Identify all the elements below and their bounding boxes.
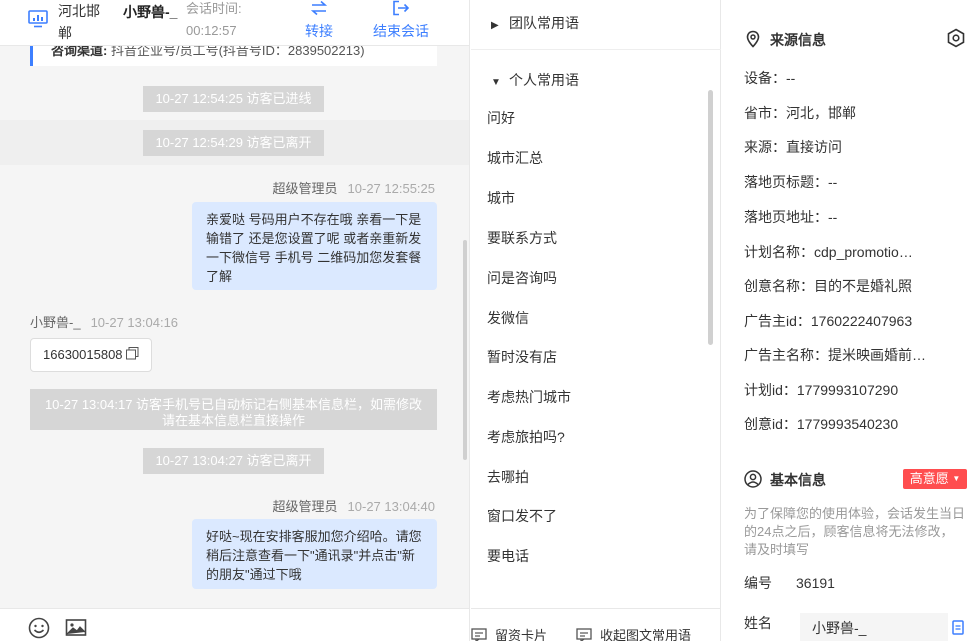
phrases-footer: 留资卡片 收起图文常用语 bbox=[471, 608, 721, 641]
agent-name: 超级管理员 bbox=[272, 181, 338, 196]
campaign-name: 计划名称：cdp_promotion_1779993107 bbox=[744, 244, 920, 260]
id-value: 36191 bbox=[796, 575, 835, 591]
exit-icon bbox=[393, 0, 410, 16]
phrase-item[interactable]: 要联系方式 bbox=[487, 228, 557, 248]
visitor-name: 小野兽-_ bbox=[123, 4, 178, 20]
source-origin: 来源：直接访问 bbox=[744, 139, 842, 155]
phrase-item[interactable]: 考虑热门城市 bbox=[487, 387, 571, 407]
transfer-button[interactable]: 转接 bbox=[284, 0, 354, 42]
landing-page-url: 落地页地址：-- bbox=[744, 209, 838, 225]
system-message: 10-27 12:54:29 访客已离开 bbox=[143, 130, 324, 156]
phrase-group-personal[interactable]: ▼ 个人常用语 bbox=[491, 70, 579, 90]
phrase-item[interactable]: 要电话 bbox=[487, 546, 529, 566]
campaign-id: 计划id：1779993107290 bbox=[744, 382, 899, 398]
message-time: 10-27 13:04:40 bbox=[347, 499, 435, 514]
chat-header: 河北邯郸 小野兽-_ 会话时间: 00:12:57 转接 结束会话 bbox=[0, 0, 469, 46]
name-label: 姓名 bbox=[744, 615, 772, 631]
phrase-item[interactable]: 去哪拍 bbox=[487, 467, 529, 487]
phrase-item[interactable]: 发微信 bbox=[487, 308, 529, 328]
collapse-phrases-button[interactable]: 收起图文常用语 bbox=[576, 625, 691, 641]
message-time: 10-27 13:04:16 bbox=[90, 315, 179, 330]
phrase-item[interactable]: 考虑旅拍吗? bbox=[487, 427, 565, 447]
user-icon bbox=[744, 470, 762, 488]
settings-icon[interactable] bbox=[946, 28, 966, 48]
image-icon[interactable] bbox=[65, 617, 87, 639]
edit-notice: 为了保障您的使用体验，会话发生当日的24点之后，顾客信息将无法修改，请及时填写 bbox=[744, 506, 966, 557]
divider bbox=[471, 49, 721, 50]
monitor-icon bbox=[28, 10, 48, 28]
card-icon bbox=[471, 628, 487, 641]
id-label: 编号 bbox=[744, 575, 772, 591]
intent-label: 高意愿 bbox=[909, 471, 949, 486]
intent-dropdown[interactable]: 高意愿 ▼ bbox=[903, 469, 967, 489]
source-info-title: 来源信息 bbox=[744, 30, 826, 50]
chat-toolbar bbox=[0, 608, 469, 641]
agent-meta: 超级管理员 10-27 12:55:25 bbox=[273, 178, 435, 197]
transfer-label: 转接 bbox=[305, 23, 333, 39]
landing-page-title: 落地页标题：-- bbox=[744, 174, 838, 190]
collapse-phrases-label: 收起图文常用语 bbox=[600, 628, 692, 641]
message-icon bbox=[576, 628, 592, 641]
agent-name: 超级管理员 bbox=[272, 499, 338, 514]
source-device: 设备：-- bbox=[744, 70, 796, 86]
message-time: 10-27 12:55:25 bbox=[347, 181, 435, 196]
phrases-scrollbar[interactable] bbox=[708, 90, 713, 345]
phrases-panel: ▶ 团队常用语 ▼ 个人常用语 问好 城市汇总 城市 要联系方式 问是咨询吗 发微信… bbox=[471, 0, 721, 641]
copy-icon[interactable] bbox=[126, 347, 139, 360]
caret-right-icon: ▶ bbox=[491, 20, 499, 31]
location-icon bbox=[746, 30, 760, 48]
visitor-message-text: 16630015808 bbox=[43, 347, 123, 362]
phrase-group-team[interactable]: ▶ 团队常用语 bbox=[491, 13, 579, 33]
phrase-item[interactable]: 城市 bbox=[487, 188, 515, 208]
basic-info-title: 基本信息 bbox=[744, 470, 826, 490]
name-field[interactable] bbox=[800, 613, 948, 641]
phrase-item[interactable]: 暂时没有店 bbox=[487, 347, 557, 367]
caret-down-icon: ▼ bbox=[491, 77, 501, 88]
end-session-button[interactable]: 结束会话 bbox=[366, 0, 436, 42]
agent-message: 亲爱哒 号码用户不存在哦 亲看一下是输错了 还是您设置了呢 或者亲重新发一下微信… bbox=[192, 202, 437, 290]
section-label: 来源信息 bbox=[770, 32, 826, 48]
session-time-value: 00:12:57 bbox=[186, 23, 237, 38]
system-message: 10-27 12:54:25 访客已进线 bbox=[143, 86, 324, 112]
copy-icon[interactable] bbox=[950, 620, 966, 636]
group-label: 个人常用语 bbox=[509, 72, 579, 88]
transfer-icon bbox=[310, 0, 328, 16]
info-panel: 来源信息 设备：-- 省市：河北，邯郸 来源：直接访问 落地页标题：-- 落地页… bbox=[722, 0, 980, 641]
chat-scrollbar[interactable] bbox=[463, 240, 467, 460]
advertiser-name: 广告主名称：提米映画婚前摄影 bbox=[744, 347, 930, 363]
lead-card-label: 留资卡片 bbox=[495, 628, 548, 641]
emoji-icon[interactable] bbox=[28, 617, 50, 639]
section-label: 基本信息 bbox=[770, 472, 826, 488]
visitor-name: 小野兽-_ bbox=[30, 315, 81, 330]
group-label: 团队常用语 bbox=[509, 15, 579, 31]
agent-meta: 超级管理员 10-27 13:04:40 bbox=[273, 496, 435, 515]
chat-panel: 咨询渠道: 抖音企业号/员工号(抖音号ID：2839502213) 10-27 … bbox=[0, 0, 470, 641]
end-session-label: 结束会话 bbox=[373, 23, 429, 39]
phrase-item[interactable]: 窗口发不了 bbox=[487, 506, 557, 526]
phrase-item[interactable]: 城市汇总 bbox=[487, 148, 543, 168]
customer-id-row: 编号 36191 bbox=[744, 573, 835, 593]
source-province: 省市：河北，邯郸 bbox=[744, 105, 856, 121]
visitor-meta: 小野兽-_ 10-27 13:04:16 bbox=[30, 312, 178, 331]
session-time-label: 会话时间: bbox=[186, 1, 242, 16]
caret-down-icon: ▼ bbox=[952, 474, 961, 483]
phrase-item[interactable]: 问好 bbox=[487, 108, 515, 128]
creative-id: 创意id：1779993540230 bbox=[744, 416, 899, 432]
agent-message: 好哒~现在安排客服加您介绍哈。请您稍后注意查看一下"通讯录"并点击"新的朋友"通… bbox=[192, 519, 437, 589]
visitor-message[interactable]: 16630015808 bbox=[30, 338, 153, 372]
phrase-item[interactable]: 问是咨询吗 bbox=[487, 268, 557, 288]
creative-name: 创意名称：目的不是婚礼照 bbox=[744, 278, 912, 294]
advertiser-id: 广告主id：1760222407963 bbox=[744, 313, 913, 329]
lead-card-button[interactable]: 留资卡片 bbox=[471, 625, 547, 641]
system-message: 10-27 13:04:27 访客已离开 bbox=[143, 448, 324, 474]
system-message: 10-27 13:04:17 访客手机号已自动标记右侧基本信息栏，如需修改请在基… bbox=[30, 389, 437, 430]
visitor-city: 河北邯郸 bbox=[58, 3, 100, 41]
